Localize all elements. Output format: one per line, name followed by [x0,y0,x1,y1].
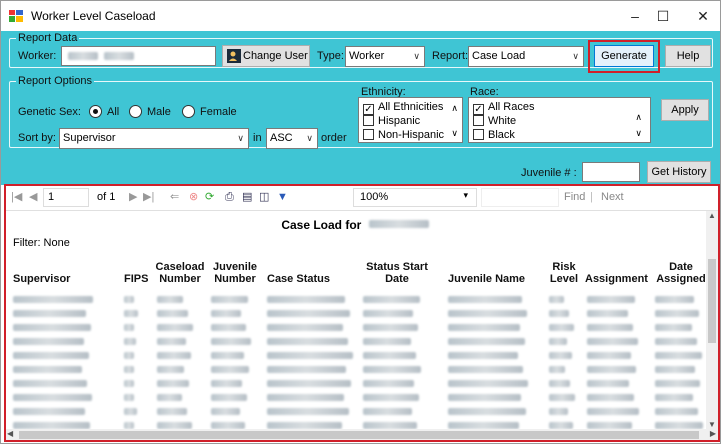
chevron-down-icon: ∨ [237,133,244,143]
in-label: in [253,132,262,144]
sex-female-radio[interactable] [182,105,195,118]
sex-all-label: All [107,106,120,118]
sort-by-value: Supervisor [63,132,116,144]
ethnicity-item[interactable]: Non-Hispanic [363,129,444,142]
race-list[interactable]: ✓ All Races White Black ∧ ∨ [468,97,651,143]
sex-male-label: Male [147,106,171,118]
order-value: ASC [270,132,293,144]
chevron-down-icon: ∨ [572,51,579,61]
genetic-sex-label: Genetic Sex: [18,106,81,118]
sort-by-label: Sort by: [18,132,56,144]
ethnicity-item[interactable]: ✓ All Ethnicities [363,101,443,115]
sex-male-radio[interactable] [129,105,142,118]
order-label: order [321,132,347,144]
chevron-down-icon: ∨ [306,133,313,143]
sex-all-radio[interactable] [89,105,102,118]
apply-button[interactable]: Apply [661,99,709,121]
get-history-label: Get History [651,166,707,178]
report-value: Case Load [472,50,526,62]
juvenile-number-input[interactable] [582,162,640,182]
controls-panel: Report Data Worker: Change User Type: Wo… [1,31,720,185]
main-window: Worker Level Caseload – ☐ ✕ Report Data … [0,0,721,444]
report-highlight [4,184,720,442]
help-button[interactable]: Help [665,45,711,67]
report-data-group-label: Report Data [16,31,80,45]
race-item[interactable]: ✓ All Races [473,101,534,115]
checkbox-icon[interactable] [363,129,374,140]
worker-field[interactable] [61,46,216,66]
app-icon [9,10,23,22]
change-user-label: Change User [243,50,308,62]
ethnicity-list[interactable]: ✓ All Ethnicities Hispanic Non-Hispanic ∧… [358,97,463,143]
sex-female-label: Female [200,106,237,118]
race-item[interactable]: White [473,115,516,128]
minimize-button[interactable]: – [621,5,649,27]
get-history-button[interactable]: Get History [647,161,711,183]
ethnicity-item[interactable]: Hispanic [363,115,420,128]
close-button[interactable]: ✕ [689,5,717,27]
help-label: Help [676,50,700,62]
checkbox-icon[interactable] [473,115,484,126]
worker-name-redacted [68,52,98,60]
scroll-down-icon[interactable]: ∨ [635,128,642,139]
race-item[interactable]: Black [473,129,515,142]
juvenile-number-label: Juvenile # : [521,167,577,179]
scroll-down-icon[interactable]: ∨ [451,128,458,139]
checkbox-checked-icon[interactable]: ✓ [473,104,484,115]
checkbox-icon[interactable] [363,115,374,126]
report-select[interactable]: Case Load ∨ [468,46,584,67]
window-title: Worker Level Caseload [31,9,156,23]
worker-label: Worker: [18,50,57,62]
generate-highlight [588,40,660,73]
report-options-group-label: Report Options [16,74,94,88]
checkbox-checked-icon[interactable]: ✓ [363,104,374,115]
scroll-up-icon[interactable]: ∧ [451,103,458,114]
type-value: Worker [349,50,385,62]
report-label: Report: [432,50,469,62]
checkbox-icon[interactable] [473,129,484,140]
order-select[interactable]: ASC ∨ [266,128,318,149]
scroll-up-icon[interactable]: ∧ [635,112,642,123]
title-bar: Worker Level Caseload – ☐ ✕ [1,1,720,31]
type-label: Type: [317,50,344,62]
maximize-button[interactable]: ☐ [649,5,677,27]
user-icon [227,49,241,63]
chevron-down-icon: ∨ [413,51,420,61]
sort-by-select[interactable]: Supervisor ∨ [59,128,249,149]
apply-label: Apply [671,104,699,116]
change-user-button[interactable]: Change User [222,45,310,67]
type-select[interactable]: Worker ∨ [345,46,425,67]
worker-name-redacted [104,52,134,60]
